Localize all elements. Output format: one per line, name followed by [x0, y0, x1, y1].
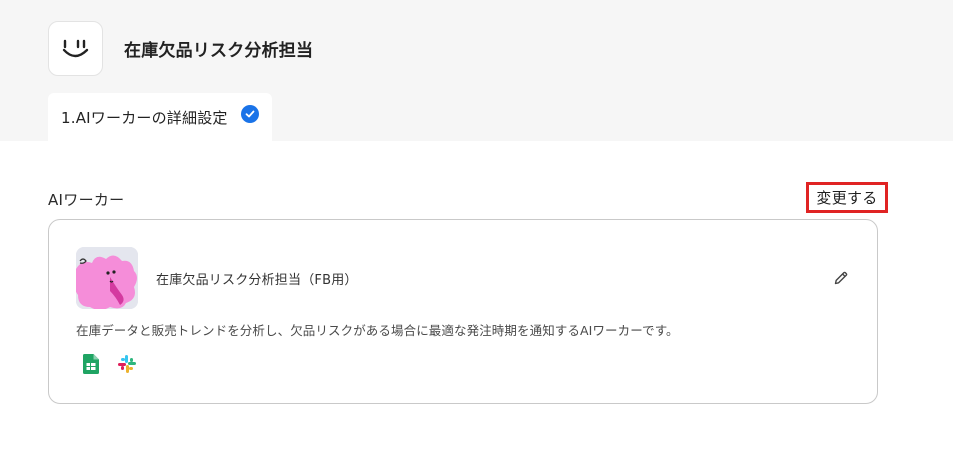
tab-label: 1.AIワーカーの詳細設定: [61, 108, 228, 127]
change-worker-button[interactable]: 変更する: [806, 182, 888, 213]
worker-description: 在庫データと販売トレンドを分析し、欠品リスクがある場合に最適な発注時期を通知する…: [76, 323, 679, 338]
tab-ai-worker-settings[interactable]: 1.AIワーカーの詳細設定: [48, 93, 272, 141]
worker-name: 在庫欠品リスク分析担当（FB用）: [156, 273, 358, 288]
section-title: AIワーカー: [48, 191, 125, 209]
smile-logo-icon: [48, 21, 103, 76]
slack-icon: [115, 352, 139, 376]
ai-worker-card: 在庫欠品リスク分析担当（FB用） 在庫データと販売トレンドを分析し、欠品リスクが…: [48, 219, 878, 404]
google-sheets-icon: [79, 352, 103, 376]
pencil-icon[interactable]: [830, 267, 852, 289]
tool-icons: [79, 352, 139, 376]
avatar: [76, 247, 138, 309]
check-circle-icon: [241, 105, 259, 123]
page-title: 在庫欠品リスク分析担当: [124, 41, 314, 61]
